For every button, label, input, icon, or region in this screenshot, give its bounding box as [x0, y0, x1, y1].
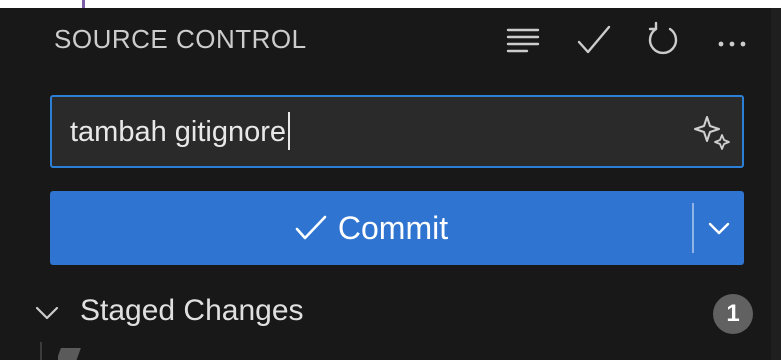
check-icon — [295, 215, 327, 240]
commit-action[interactable]: Commit — [50, 191, 692, 265]
commit-dropdown-button[interactable] — [694, 191, 744, 265]
source-control-panel: SOURCE CONTROL tambah gitignore Commit S… — [0, 8, 781, 360]
list-item[interactable] — [58, 348, 258, 360]
chevron-down-icon — [708, 222, 730, 235]
tree-indent-guide — [40, 342, 42, 360]
staged-changes-header[interactable]: Staged Changes 1 — [0, 284, 771, 340]
scrollbar-track[interactable] — [771, 8, 781, 360]
panel-header: SOURCE CONTROL — [0, 8, 771, 72]
staged-changes-label: Staged Changes — [80, 294, 304, 327]
refresh-icon[interactable] — [643, 20, 683, 60]
editor-edge — [0, 0, 781, 8]
chevron-down-icon[interactable] — [34, 300, 60, 326]
commit-check-icon[interactable] — [574, 20, 614, 60]
sparkle-icon[interactable] — [690, 109, 736, 155]
staged-count-badge: 1 — [713, 294, 753, 334]
file-icon — [58, 348, 81, 360]
more-actions-icon[interactable] — [712, 20, 752, 60]
commit-message-value[interactable]: tambah gitignore — [70, 112, 291, 151]
view-as-tree-icon[interactable] — [503, 20, 543, 60]
panel-title: SOURCE CONTROL — [54, 24, 307, 54]
commit-message-input[interactable]: tambah gitignore — [50, 95, 744, 168]
commit-button-label: Commit — [337, 209, 449, 246]
commit-button[interactable]: Commit — [50, 191, 744, 265]
text-caret — [288, 112, 291, 151]
editor-gutter-mark — [82, 0, 85, 8]
